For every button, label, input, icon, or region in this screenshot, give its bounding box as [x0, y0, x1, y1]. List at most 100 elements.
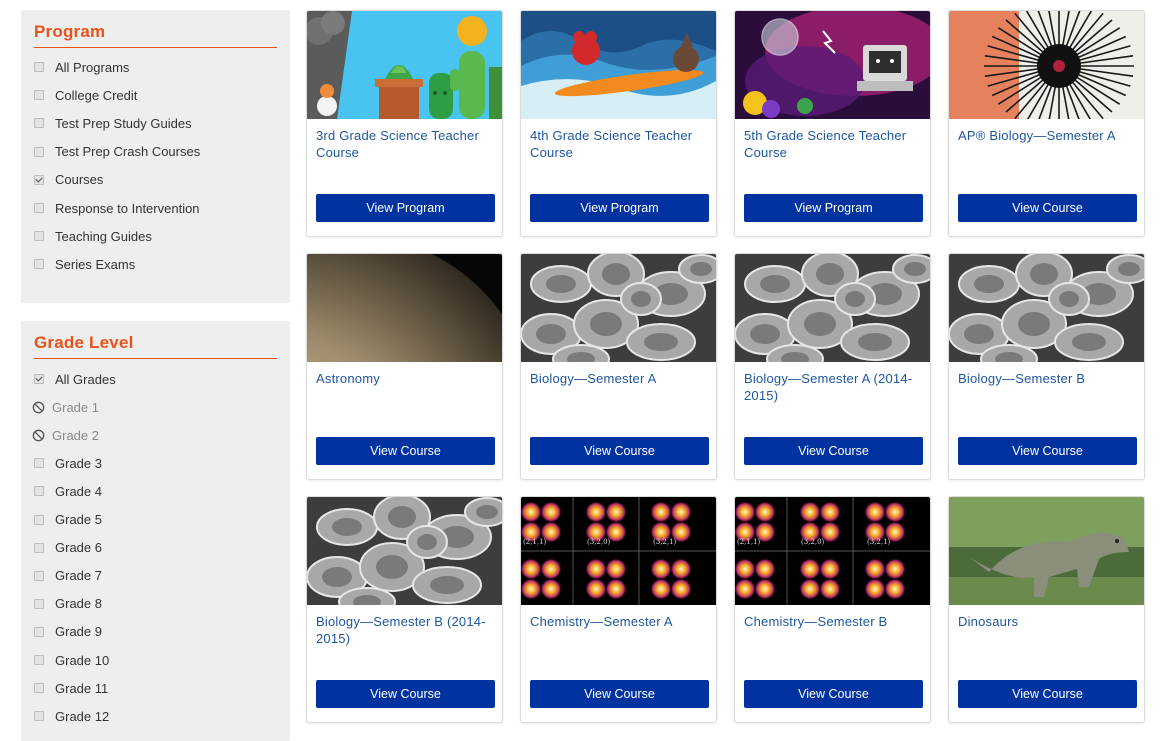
- checkbox[interactable]: [34, 118, 44, 129]
- course-thumbnail-blood-cells[interactable]: [735, 254, 930, 362]
- view-course-button[interactable]: View Course: [530, 437, 709, 465]
- program-option-series-exams[interactable]: Series Exams: [34, 254, 135, 274]
- course-thumbnail-cartoon-cacti[interactable]: [307, 11, 502, 119]
- checkbox[interactable]: [34, 486, 44, 497]
- course-thumbnail-blood-cells[interactable]: [307, 497, 502, 605]
- grade-option-all-grades[interactable]: All Grades: [34, 369, 116, 389]
- program-option-all-programs[interactable]: All Programs: [34, 57, 129, 77]
- course-title-link[interactable]: Biology—Semester A: [530, 370, 708, 387]
- grade-option-label: Grade 11: [55, 680, 109, 696]
- course-title-link[interactable]: Dinosaurs: [958, 613, 1136, 630]
- program-option-response-to-intervention[interactable]: Response to Intervention: [34, 198, 200, 218]
- checkbox-checked[interactable]: [34, 174, 44, 185]
- program-option-test-prep-study-guides[interactable]: Test Prep Study Guides: [34, 113, 192, 133]
- course-card: 3rd Grade Science Teacher Course View Pro…: [306, 10, 503, 237]
- checkbox[interactable]: [34, 683, 44, 694]
- checkbox[interactable]: [34, 570, 44, 581]
- course-title-link[interactable]: Biology—Semester A (2014-2015): [744, 370, 922, 404]
- checkbox[interactable]: [34, 655, 44, 665]
- program-option-label: Test Prep Crash Courses: [55, 144, 201, 160]
- grade-option-grade-8[interactable]: Grade 8: [34, 594, 102, 614]
- view-course-button[interactable]: View Course: [958, 194, 1137, 222]
- view-course-button[interactable]: View Course: [530, 680, 709, 708]
- view-course-button[interactable]: View Course: [744, 437, 923, 465]
- checkbox[interactable]: [34, 146, 44, 157]
- grade-option-label: All Grades: [55, 371, 116, 387]
- checkbox[interactable]: [34, 62, 44, 72]
- grade-option-grade-12[interactable]: Grade 12: [34, 706, 109, 726]
- checkbox[interactable]: [34, 598, 44, 609]
- course-thumbnail-sea-urchin[interactable]: [949, 11, 1144, 119]
- course-thumbnail-dinosaur[interactable]: [949, 497, 1144, 605]
- checkbox-checked[interactable]: [34, 374, 44, 384]
- course-thumbnail-surfing-wave[interactable]: [521, 11, 716, 119]
- course-thumbnail-orbitals[interactable]: (2,1,1) (3,2,0) (3,2,1): [521, 497, 716, 605]
- grade-option-grade-5[interactable]: Grade 5: [34, 510, 102, 530]
- program-option-courses[interactable]: Courses: [34, 170, 103, 190]
- course-thumbnail-blood-cells[interactable]: [949, 254, 1144, 362]
- view-program-button[interactable]: View Program: [530, 194, 709, 222]
- view-course-button[interactable]: View Course: [316, 437, 495, 465]
- course-title-link[interactable]: Chemistry—Semester B: [744, 613, 922, 630]
- orbital-label: (2,1,1): [523, 538, 547, 546]
- course-thumbnail-orbitals[interactable]: (2,1,1) (3,2,0) (3,2,1): [735, 497, 930, 605]
- grade-option-label: Grade 2: [52, 427, 99, 443]
- course-title-link[interactable]: AP® Biology—Semester A: [958, 127, 1136, 144]
- course-card: Biology—Semester A View Course: [520, 253, 717, 480]
- program-option-test-prep-crash-courses[interactable]: Test Prep Crash Courses: [34, 142, 200, 162]
- program-option-label: Teaching Guides: [55, 228, 152, 244]
- course-thumbnail-blood-cells[interactable]: [521, 254, 716, 362]
- orbital-label: (3,2,0): [587, 538, 611, 546]
- checkbox[interactable]: [34, 458, 44, 469]
- grade-option-label: Grade 3: [55, 455, 102, 471]
- program-option-teaching-guides[interactable]: Teaching Guides: [34, 226, 152, 246]
- course-title-link[interactable]: Biology—Semester B: [958, 370, 1136, 387]
- course-title-link[interactable]: 4th Grade Science Teacher Course: [530, 127, 708, 161]
- program-filter-divider: [34, 47, 277, 48]
- checkbox[interactable]: [34, 626, 44, 637]
- view-course-button[interactable]: View Course: [744, 680, 923, 708]
- view-program-button[interactable]: View Program: [744, 194, 923, 222]
- program-option-label: Response to Intervention: [55, 200, 200, 216]
- course-title-link[interactable]: 3rd Grade Science Teacher Course: [316, 127, 494, 161]
- grade-option-grade-6[interactable]: Grade 6: [34, 538, 102, 558]
- grade-option-grade-10[interactable]: Grade 10: [34, 650, 109, 670]
- program-filter-title: Program: [34, 22, 106, 41]
- grade-option-grade-4[interactable]: Grade 4: [34, 481, 102, 501]
- course-title-link[interactable]: Biology—Semester B (2014-2015): [316, 613, 494, 647]
- checkbox[interactable]: [34, 231, 44, 242]
- view-course-button[interactable]: View Course: [958, 680, 1137, 708]
- course-card: Dinosaurs View Course: [948, 496, 1145, 723]
- course-title-link[interactable]: Astronomy: [316, 370, 494, 387]
- view-program-button[interactable]: View Program: [316, 194, 495, 222]
- checkbox[interactable]: [34, 711, 44, 722]
- course-card: (2,1,1) (3,2,0) (3,2,1) Chemistry—Semester …: [734, 496, 931, 723]
- grade-option-grade-7[interactable]: Grade 7: [34, 566, 102, 586]
- program-option-label: All Programs: [55, 59, 130, 75]
- view-course-button[interactable]: View Course: [316, 680, 495, 708]
- grade-option-grade-3[interactable]: Grade 3: [34, 453, 102, 473]
- grade-level-filter-title: Grade Level: [34, 333, 134, 352]
- course-thumbnail-space-computer[interactable]: [735, 11, 930, 119]
- program-filter-panel: Program All Programs College Credit Test P…: [21, 10, 290, 303]
- grade-option-grade-11[interactable]: Grade 11: [34, 678, 108, 698]
- course-title-link[interactable]: 5th Grade Science Teacher Course: [744, 127, 922, 161]
- grade-level-filter-panel: Grade Level All Grades Grade 1 Grade 2 Grad…: [21, 321, 290, 741]
- course-card: 4th Grade Science Teacher Course View Pro…: [520, 10, 717, 237]
- program-option-label: Test Prep Study Guides: [55, 115, 192, 131]
- grade-option-label: Grade 6: [55, 540, 102, 556]
- checkbox[interactable]: [34, 90, 44, 101]
- checkbox[interactable]: [34, 542, 44, 553]
- checkbox[interactable]: [34, 259, 44, 270]
- view-course-button[interactable]: View Course: [958, 437, 1137, 465]
- checkbox[interactable]: [34, 203, 44, 213]
- course-card: 5th Grade Science Teacher Course View Pro…: [734, 10, 931, 237]
- course-thumbnail-planet[interactable]: [307, 254, 502, 362]
- program-option-college-credit[interactable]: College Credit: [34, 85, 137, 105]
- course-title-link[interactable]: Chemistry—Semester A: [530, 613, 708, 630]
- grade-level-filter-divider: [34, 358, 277, 359]
- grade-option-grade-9[interactable]: Grade 9: [34, 622, 102, 642]
- grade-option-label: Grade 1: [52, 399, 99, 415]
- disabled-icon: [32, 401, 45, 413]
- checkbox[interactable]: [34, 514, 44, 525]
